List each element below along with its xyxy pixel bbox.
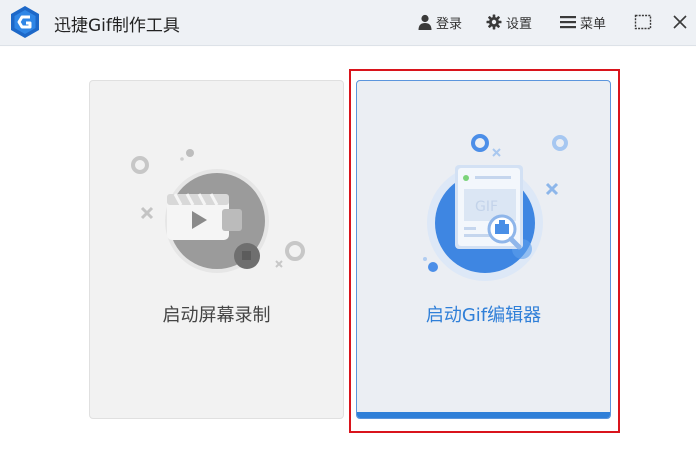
start-gif-editor-label: 启动Gif编辑器 [425,305,542,326]
video-camera-icon [131,149,305,273]
selected-indicator-bar [357,412,610,418]
svg-text:GIF: GIF [475,199,498,215]
app-title: 迅捷Gif制作工具 [54,16,180,36]
app-window: 迅捷Gif制作工具 登录 设置 菜单 启动屏幕录制 GIF 启动Gif编辑器 [0,0,696,456]
gear-icon [486,14,502,30]
menu-button[interactable]: 菜单 [560,12,606,32]
start-screen-recording-card[interactable]: 启动屏幕录制 [89,80,344,419]
login-label: 登录 [436,16,463,32]
settings-button[interactable]: 设置 [486,12,532,32]
close-icon[interactable] [670,12,690,32]
login-button[interactable]: 登录 [418,12,462,32]
hamburger-icon [560,16,576,29]
user-icon [418,14,432,30]
settings-label: 设置 [506,16,533,32]
gif-editor-icon: GIF [423,134,568,281]
app-logo-icon [11,6,39,38]
start-gif-editor-card[interactable]: GIF 启动Gif编辑器 [356,80,611,419]
title-bar[interactable]: 迅捷Gif制作工具 登录 设置 菜单 [0,0,696,46]
main-content: 启动屏幕录制 GIF 启动Gif编辑器 [0,47,696,456]
maximize-icon[interactable] [633,12,653,32]
menu-label: 菜单 [580,16,607,32]
start-screen-recording-label: 启动屏幕录制 [162,305,271,326]
